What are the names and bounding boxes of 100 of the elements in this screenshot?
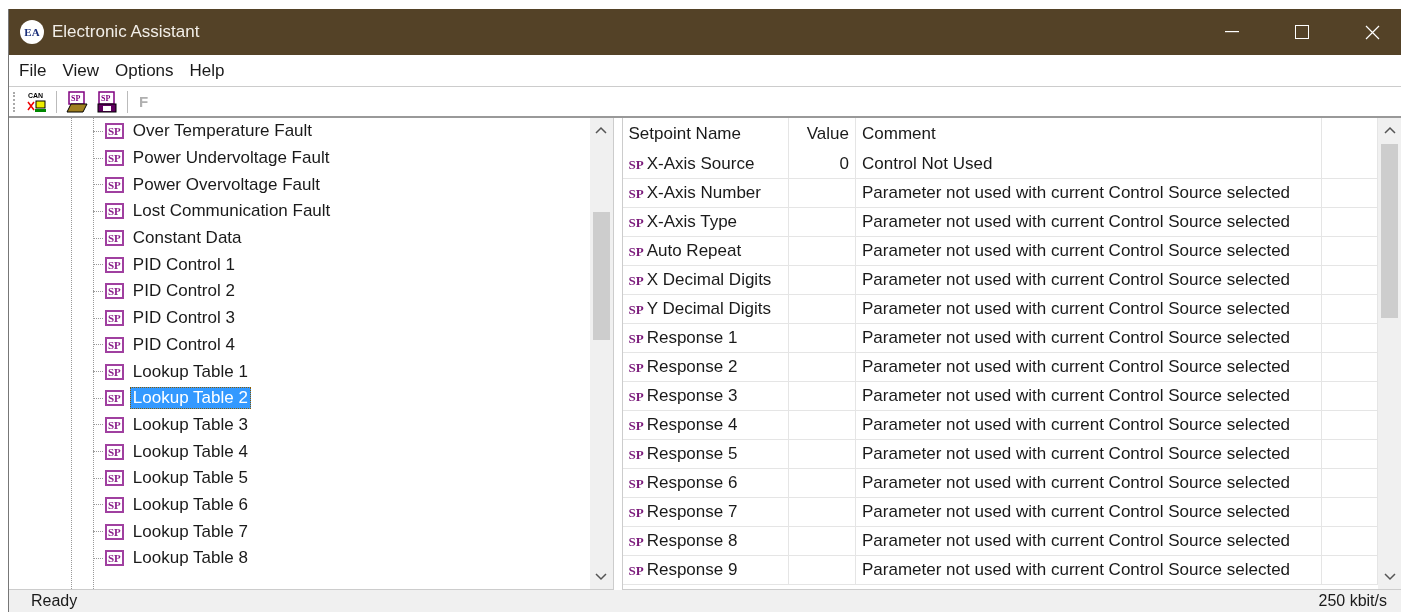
- scroll-up-icon[interactable]: [595, 126, 607, 134]
- tree-item[interactable]: Lookup Table 4: [129, 440, 251, 463]
- tree-item[interactable]: Power Undervoltage Fault: [129, 147, 333, 170]
- table-cell: Parameter not used with current Control Source selected: [855, 207, 1322, 237]
- table-cell: SP Response 2: [622, 352, 789, 382]
- setpoint-icon: SP: [105, 470, 124, 487]
- table-cell: Parameter not used with current Control Source selected: [855, 381, 1322, 411]
- scroll-down-icon[interactable]: [1383, 573, 1396, 581]
- table-cell: SP Response 8: [622, 526, 789, 556]
- table-cell: SP X Decimal Digits: [622, 265, 789, 295]
- table-cell: [788, 236, 856, 266]
- scrollbar[interactable]: [1378, 118, 1401, 589]
- tree-item[interactable]: Lost Communication Fault: [129, 200, 334, 223]
- window-title: Electronic Assistant: [52, 22, 201, 42]
- table-cell: [788, 468, 856, 498]
- tree-item[interactable]: Lookup Table 8: [129, 547, 251, 570]
- table-cell: [788, 381, 856, 411]
- column-header[interactable]: Comment: [855, 118, 1322, 150]
- table-cell: Parameter not used with current Control Source selected: [855, 323, 1322, 353]
- tree-item[interactable]: PID Control 2: [129, 280, 238, 303]
- table-cell: [788, 410, 856, 440]
- setpoint-icon: SP: [105, 550, 124, 567]
- table-cell: SP Y Decimal Digits: [622, 294, 789, 324]
- setpoint-icon: SP: [105, 176, 124, 193]
- minimize-icon[interactable]: [1225, 31, 1239, 33]
- column-header[interactable]: Value: [788, 118, 856, 150]
- setpoint-icon: SP: [105, 283, 124, 300]
- status-text: Ready: [31, 592, 78, 610]
- table-cell: SP Response 3: [622, 381, 789, 411]
- tree-item[interactable]: PID Control 3: [129, 307, 238, 330]
- scrollbar[interactable]: [589, 118, 613, 589]
- table-cell: SP X-Axis Source: [622, 150, 789, 179]
- setpoint-icon: SP: [105, 150, 124, 167]
- tree-item[interactable]: PID Control 4: [129, 333, 238, 356]
- tree-item[interactable]: Constant Data: [129, 227, 245, 250]
- setpoint-icon: SP: [105, 443, 124, 460]
- tree-item[interactable]: Lookup Table 5: [129, 467, 251, 490]
- table-cell: Parameter not used with current Control Source selected: [855, 497, 1322, 527]
- setpoint-icon: SP: [105, 230, 124, 247]
- close-icon[interactable]: [1364, 24, 1380, 40]
- table-cell: SP Response 6: [622, 468, 789, 498]
- table-cell: [788, 497, 856, 527]
- setpoint-icon: SP: [105, 523, 124, 540]
- table-cell: [788, 323, 856, 353]
- tree-item[interactable]: Lookup Table 6: [129, 493, 251, 516]
- table-cell: Parameter not used with current Control Source selected: [855, 265, 1322, 295]
- table-cell: 0: [788, 150, 856, 179]
- table-cell: Parameter not used with current Control Source selected: [855, 236, 1322, 266]
- table-cell: [788, 526, 856, 556]
- table-cell: [788, 178, 856, 208]
- setpoint-icon: SP: [105, 390, 124, 407]
- table-cell: [788, 207, 856, 237]
- scroll-down-icon[interactable]: [595, 573, 607, 581]
- table-cell: Parameter not used with current Control Source selected: [855, 352, 1322, 382]
- setpoint-icon: SP: [105, 203, 124, 220]
- menu-item[interactable]: File: [11, 60, 55, 81]
- table-cell: SP Response 1: [622, 323, 789, 353]
- menu-item[interactable]: Options: [106, 60, 182, 81]
- table-cell: SP X-Axis Type: [622, 207, 789, 237]
- table-cell: [788, 265, 856, 295]
- setpoint-icon: SP: [105, 310, 124, 327]
- scroll-thumb[interactable]: [1381, 144, 1398, 318]
- scroll-up-icon[interactable]: [1383, 126, 1396, 134]
- tree-item[interactable]: Lookup Table 1: [129, 360, 251, 383]
- maximize-icon[interactable]: [1295, 25, 1309, 39]
- table-cell: Parameter not used with current Control Source selected: [855, 439, 1322, 469]
- table-cell: Parameter not used with current Control Source selected: [855, 294, 1322, 324]
- setpoint-icon: SP: [105, 336, 124, 353]
- table-cell: [788, 555, 856, 585]
- setpoint-icon: SP: [105, 256, 124, 273]
- scroll-thumb[interactable]: [592, 212, 610, 340]
- tree-item[interactable]: Lookup Table 7: [129, 520, 251, 543]
- table-cell: Parameter not used with current Control Source selected: [855, 555, 1322, 585]
- column-header[interactable]: Setpoint Name: [622, 118, 789, 150]
- table-cell: Parameter not used with current Control Source selected: [855, 410, 1322, 440]
- table-cell: Control Not Used: [855, 150, 1322, 179]
- table-cell: [788, 439, 856, 469]
- table-cell: SP Response 9: [622, 555, 789, 585]
- bitrate-text: 250 kbit/s: [1318, 592, 1387, 610]
- table-cell: SP Auto Repeat: [622, 236, 789, 266]
- table-cell: [788, 294, 856, 324]
- table-cell: Parameter not used with current Control Source selected: [855, 468, 1322, 498]
- table-cell: [788, 352, 856, 382]
- setpoint-icon: SP: [105, 363, 124, 380]
- table-cell: SP Response 5: [622, 439, 789, 469]
- tree-item[interactable]: PID Control 1: [129, 253, 238, 276]
- menu-item[interactable]: Help: [181, 60, 233, 81]
- setpoint-icon: SP: [105, 416, 124, 433]
- table-cell: Parameter not used with current Control Source selected: [855, 178, 1322, 208]
- tree-item[interactable]: Power Overvoltage Fault: [129, 173, 323, 196]
- menu-item[interactable]: View: [54, 60, 107, 81]
- table-cell: SP Response 7: [622, 497, 789, 527]
- tree-item[interactable]: Over Temperature Fault: [129, 120, 316, 143]
- setpoint-icon: SP: [105, 496, 124, 513]
- table-cell: SP X-Axis Number: [622, 178, 789, 208]
- table-cell: SP Response 4: [622, 410, 789, 440]
- setpoint-icon: SP: [105, 123, 124, 140]
- tree-item[interactable]: Lookup Table 3: [129, 413, 251, 436]
- app-logo-icon: EA: [20, 20, 44, 44]
- table-cell: Parameter not used with current Control Source selected: [855, 526, 1322, 556]
